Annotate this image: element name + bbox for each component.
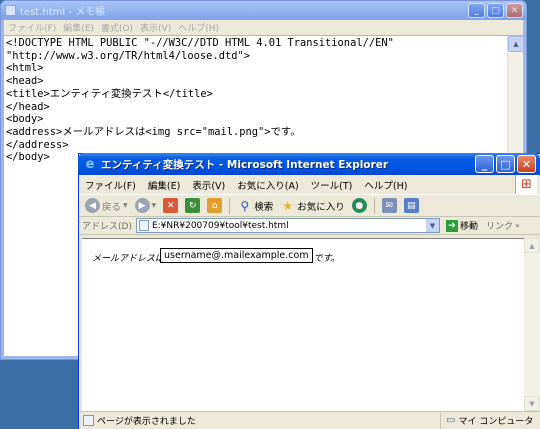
close-button[interactable]: ✕	[517, 155, 536, 173]
notepad-icon	[5, 5, 16, 16]
media-button[interactable]: ●	[350, 197, 369, 214]
content-text-after: です。	[313, 254, 340, 264]
computer-icon: ▭	[446, 415, 456, 426]
menu-format[interactable]: 書式(O)	[101, 21, 133, 34]
zone-text: マイ コンピュータ	[458, 417, 534, 427]
menu-favorites[interactable]: お気に入り(A)	[237, 178, 298, 192]
address-bar: アドレス(D) E:¥NR¥200709¥tool¥test.html ▼ ➔ …	[79, 217, 540, 235]
chevron-down-icon[interactable]: ▼	[425, 219, 439, 232]
menu-edit[interactable]: 編集(E)	[148, 178, 180, 192]
notepad-titlebar[interactable]: test.html - メモ帳 _ □ ✕	[1, 1, 526, 20]
address-content: メールアドレスは username@.mailexample.com です。	[92, 248, 340, 265]
refresh-icon: ↻	[185, 198, 201, 213]
ie-titlebar[interactable]: e エンティティ変換テスト - Microsoft Internet Explo…	[78, 153, 540, 175]
maximize-button[interactable]: □	[496, 155, 515, 173]
text-line: "http://www.w3.org/TR/html4/loose.dtd">	[6, 49, 250, 62]
menu-edit[interactable]: 編集(E)	[63, 21, 94, 34]
mail-icon: ✉	[381, 198, 397, 213]
toolbar-divider	[229, 197, 231, 214]
windows-logo-icon: ⊞	[515, 175, 537, 194]
content-text-before: メールアドレスは	[92, 254, 165, 264]
ie-icon: e	[85, 156, 95, 172]
go-button[interactable]: ➔ 移動	[445, 219, 478, 232]
text-line: <title>エンティティ変換テスト</title>	[6, 87, 213, 100]
back-arrow-icon: ◀	[85, 198, 100, 213]
menu-view[interactable]: 表示(V)	[192, 178, 225, 192]
menu-view[interactable]: 表示(V)	[140, 21, 171, 34]
text-line: </head>	[6, 100, 50, 113]
text-line: <head>	[6, 75, 44, 88]
toolbar-divider	[373, 197, 375, 214]
ie-title: エンティティ変換テスト - Microsoft Internet Explore…	[101, 158, 389, 171]
page-icon	[138, 220, 149, 231]
text-line: <html>	[6, 62, 44, 75]
menu-file[interactable]: ファイル(F)	[8, 21, 56, 34]
favorites-label: お気に入り	[297, 201, 345, 213]
text-line: <body>	[6, 113, 44, 126]
zone-indicator: ▭ マイ コンピュータ	[440, 412, 540, 429]
chevron-down-icon: ▼	[151, 202, 157, 209]
ie-toolbar: ◀ 戻る ▼ ▶ ▼ ✕ ↻ ⌂ ⚲ 検索 ★ お気に入り ● ✉ ▤	[79, 195, 540, 217]
ie-menubar: ファイル(F) 編集(E) 表示(V) お気に入り(A) ツール(T) ヘルプ(…	[79, 175, 540, 195]
alt-tooltip: username@.mailexample.com	[160, 248, 313, 263]
menu-file[interactable]: ファイル(F)	[85, 178, 136, 192]
menu-help[interactable]: ヘルプ(H)	[364, 178, 407, 192]
search-icon: ⚲	[240, 198, 250, 213]
scroll-up-icon[interactable]: ▲	[508, 36, 524, 52]
chevron-down-icon: ▼	[123, 202, 128, 209]
star-icon: ★	[282, 198, 294, 213]
scroll-up-icon[interactable]: ▲	[524, 238, 540, 253]
status-text: ページが表示されました	[97, 417, 196, 427]
forward-arrow-icon: ▶	[134, 198, 150, 213]
text-line: </address>	[6, 138, 69, 151]
menu-help[interactable]: ヘルプ(H)	[178, 21, 219, 34]
back-button[interactable]: ◀ 戻る ▼	[83, 197, 130, 214]
chevron-right-icon[interactable]: »	[515, 221, 520, 230]
scroll-down-icon[interactable]: ▼	[524, 396, 540, 411]
home-button[interactable]: ⌂	[205, 197, 224, 214]
ie-window[interactable]: e エンティティ変換テスト - Microsoft Internet Explo…	[78, 153, 540, 429]
page-view[interactable]: メールアドレスは username@.mailexample.com です。	[82, 238, 524, 411]
notepad-menubar: ファイル(F) 編集(E) 書式(O) 表示(V) ヘルプ(H)	[4, 20, 523, 35]
text-line: <!DOCTYPE HTML PUBLIC "-//W3C//DTD HTML …	[6, 37, 394, 49]
search-label: 検索	[254, 201, 274, 213]
address-label: アドレス(D)	[82, 222, 132, 232]
media-icon: ●	[351, 198, 367, 213]
page-status-icon	[83, 415, 94, 426]
links-button[interactable]: リンク	[486, 219, 513, 232]
minimize-button[interactable]: _	[468, 3, 485, 18]
address-value: E:¥NR¥200709¥tool¥test.html	[151, 220, 289, 231]
favorites-button[interactable]: ★ お気に入り	[278, 197, 347, 214]
print-icon: ▤	[403, 198, 419, 213]
refresh-button[interactable]: ↻	[183, 197, 202, 214]
address-input[interactable]: E:¥NR¥200709¥tool¥test.html ▼	[135, 218, 440, 233]
minimize-button[interactable]: _	[475, 155, 494, 173]
forward-button[interactable]: ▶ ▼	[133, 197, 159, 214]
text-line: <address>メールアドレスは<img src="mail.png">です。	[6, 125, 301, 138]
mail-button[interactable]: ✉	[380, 197, 399, 214]
stop-icon: ✕	[163, 198, 179, 213]
stop-button[interactable]: ✕	[161, 197, 180, 214]
close-button[interactable]: ✕	[506, 3, 523, 18]
maximize-button[interactable]: □	[487, 3, 504, 18]
menu-tools[interactable]: ツール(T)	[311, 178, 353, 192]
status-bar: ページが表示されました ▭ マイ コンピュータ	[79, 411, 540, 429]
go-arrow-icon: ➔	[445, 219, 458, 232]
notepad-title: test.html - メモ帳	[20, 7, 106, 18]
ie-scrollbar[interactable]: ▲ ▼	[524, 238, 540, 411]
go-label: 移動	[459, 222, 478, 232]
back-label: 戻る	[102, 201, 122, 213]
search-button[interactable]: ⚲ 検索	[235, 197, 275, 214]
home-icon: ⌂	[207, 198, 223, 213]
print-button[interactable]: ▤	[402, 197, 421, 214]
